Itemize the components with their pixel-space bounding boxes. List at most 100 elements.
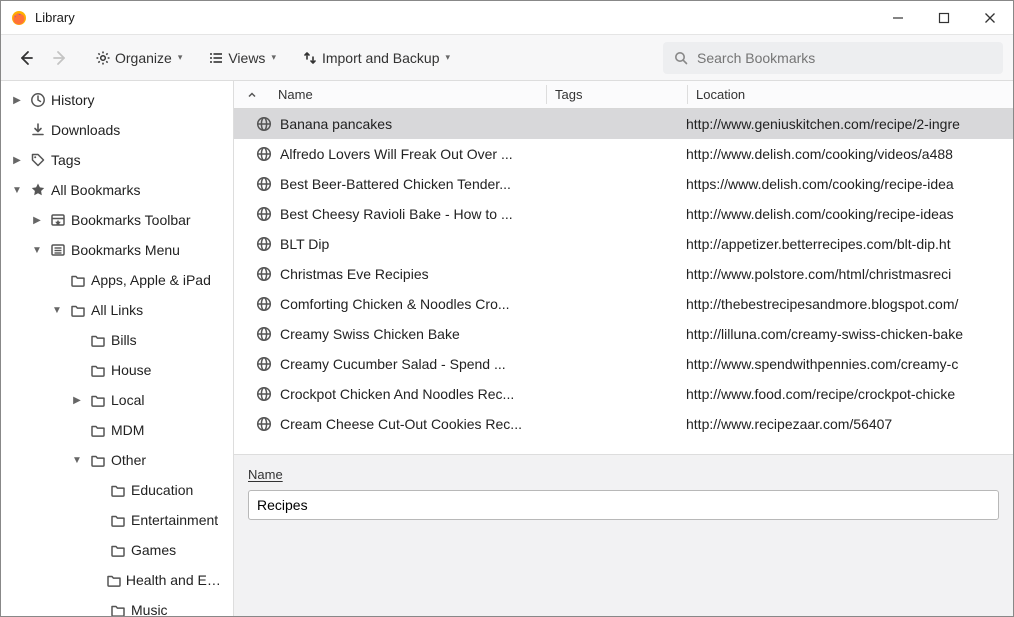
tree-item-label: History: [51, 92, 95, 108]
tree-item-label: Bookmarks Toolbar: [71, 212, 191, 228]
row-location: http://www.geniuskitchen.com/recipe/2-in…: [686, 116, 1013, 132]
globe-icon: [256, 326, 272, 342]
tree-item-label: Downloads: [51, 122, 120, 138]
bookmark-row[interactable]: BLT Dip http://appetizer.betterrecipes.co…: [234, 229, 1013, 259]
tree-item-label: Other: [111, 452, 146, 468]
bookmark-row[interactable]: Alfredo Lovers Will Freak Out Over ...ht…: [234, 139, 1013, 169]
import-label: Import and Backup: [322, 50, 440, 66]
row-location: http://www.recipezaar.com/56407: [686, 416, 1013, 432]
row-name: Creamy Cucumber Salad - Spend ...: [280, 356, 546, 372]
column-location[interactable]: Location: [688, 87, 1013, 102]
import-export-icon: [302, 50, 318, 66]
tree-item[interactable]: MDM: [1, 415, 233, 445]
globe-icon: [256, 386, 272, 402]
globe-icon: [256, 266, 272, 282]
column-name[interactable]: Name: [270, 87, 546, 102]
bookmark-row[interactable]: Christmas Eve Recipieshttp://www.polstor…: [234, 259, 1013, 289]
twisty-icon: ▼: [69, 455, 85, 466]
column-tags[interactable]: Tags: [547, 87, 687, 102]
tree-item-label: Bookmarks Menu: [71, 242, 180, 258]
row-name: Banana pancakes: [280, 116, 546, 132]
list-icon: [208, 50, 224, 66]
tree-item[interactable]: ▶History: [1, 85, 233, 115]
tree-item[interactable]: ▼ Bookmarks Menu: [1, 235, 233, 265]
bookmark-row[interactable]: Best Cheesy Ravioli Bake - How to ...htt…: [234, 199, 1013, 229]
twisty-icon: ▼: [9, 185, 25, 196]
folder-icon: [69, 272, 87, 288]
bookmark-row[interactable]: Cream Cheese Cut-Out Cookies Rec...http:…: [234, 409, 1013, 439]
sidebar-tree[interactable]: ▶History Downloads ▶Tags▼All Bookmarks▶Boo…: [1, 81, 234, 616]
tree-item-label: Apps, Apple & iPad: [91, 272, 211, 288]
window-title: Library: [35, 10, 75, 25]
row-location: http://www.food.com/recipe/crockpot-chic…: [686, 386, 1013, 402]
globe-icon: [256, 296, 272, 312]
folder-icon: [89, 422, 107, 438]
row-location: http://www.delish.com/cooking/recipe-ide…: [686, 206, 1013, 222]
tree-item-label: Local: [111, 392, 144, 408]
row-name: Comforting Chicken & Noodles Cro...: [280, 296, 546, 312]
row-name: Crockpot Chicken And Noodles Rec...: [280, 386, 546, 402]
tree-item[interactable]: House: [1, 355, 233, 385]
row-location: https://www.delish.com/cooking/recipe-id…: [686, 176, 1013, 192]
tree-item[interactable]: Education: [1, 475, 233, 505]
window-close-button[interactable]: [967, 1, 1013, 35]
tree-item[interactable]: ▶Bookmarks Toolbar: [1, 205, 233, 235]
tree-item-label: Education: [131, 482, 193, 498]
bookmark-row[interactable]: Best Beer-Battered Chicken Tender... http…: [234, 169, 1013, 199]
search-input[interactable]: [697, 50, 993, 66]
tree-item[interactable]: ▶Local: [1, 385, 233, 415]
folder-icon: [109, 482, 127, 498]
views-menu[interactable]: Views ▾: [202, 43, 282, 73]
bookmark-row[interactable]: Creamy Cucumber Salad - Spend ...http://…: [234, 349, 1013, 379]
window-minimize-button[interactable]: [875, 1, 921, 35]
back-button[interactable]: [11, 43, 41, 73]
tree-item-label: House: [111, 362, 151, 378]
search-icon: [673, 50, 689, 66]
bookmark-row[interactable]: Creamy Swiss Chicken Bakehttp://lilluna.…: [234, 319, 1013, 349]
tree-item[interactable]: Entertainment: [1, 505, 233, 535]
tree-item-label: Music: [131, 602, 168, 616]
tree-item-label: Entertainment: [131, 512, 218, 528]
tree-item[interactable]: ▼All Bookmarks: [1, 175, 233, 205]
globe-icon: [256, 176, 272, 192]
name-field-input[interactable]: [248, 490, 999, 520]
tree-item[interactable]: Apps, Apple & iPad: [1, 265, 233, 295]
tree-item-label: Bills: [111, 332, 137, 348]
tree-item[interactable]: Health and Exercise: [1, 565, 233, 595]
row-location: http://www.delish.com/cooking/videos/a48…: [686, 146, 1013, 162]
organize-menu[interactable]: Organize ▾: [89, 43, 188, 73]
toolbar: Organize ▾ Views ▾ Import and Backup ▾: [1, 35, 1013, 81]
row-name: Best Beer-Battered Chicken Tender...: [280, 176, 546, 192]
chevron-down-icon: ▾: [445, 52, 450, 63]
import-backup-menu[interactable]: Import and Backup ▾: [296, 43, 456, 73]
tag-icon: [29, 152, 47, 168]
menu-icon: [49, 242, 67, 258]
globe-icon: [256, 116, 272, 132]
chevron-down-icon: ▾: [178, 52, 183, 63]
folder-icon: [109, 512, 127, 528]
row-location: http://appetizer.betterrecipes.com/blt-d…: [686, 236, 1013, 252]
download-icon: [29, 122, 47, 138]
row-location: http://lilluna.com/creamy-swiss-chicken-…: [686, 326, 1013, 342]
tree-item[interactable]: Bills: [1, 325, 233, 355]
column-picker-button[interactable]: [234, 89, 270, 101]
bookmark-row[interactable]: Banana pancakes http://www.geniuskitchen.…: [234, 109, 1013, 139]
window-maximize-button[interactable]: [921, 1, 967, 35]
tree-item[interactable]: ▼All Links: [1, 295, 233, 325]
tree-item-label: Tags: [51, 152, 81, 168]
bookmark-row[interactable]: Comforting Chicken & Noodles Cro...http:…: [234, 289, 1013, 319]
tree-item[interactable]: Games: [1, 535, 233, 565]
forward-button[interactable]: [45, 43, 75, 73]
bookmark-row[interactable]: Crockpot Chicken And Noodles Rec... http:…: [234, 379, 1013, 409]
tree-item[interactable]: Music: [1, 595, 233, 616]
bookmark-list[interactable]: Banana pancakes http://www.geniuskitchen.…: [234, 109, 1013, 454]
folder-icon: [69, 302, 87, 318]
content-pane: Name Tags Location Banana pancakes http:/…: [234, 81, 1013, 616]
row-name: BLT Dip: [280, 236, 546, 252]
twisty-icon: ▼: [29, 245, 45, 256]
tree-item[interactable]: Downloads: [1, 115, 233, 145]
tree-item[interactable]: ▶Tags: [1, 145, 233, 175]
search-field[interactable]: [663, 42, 1003, 74]
star-icon: [29, 182, 47, 198]
tree-item[interactable]: ▼ Other: [1, 445, 233, 475]
